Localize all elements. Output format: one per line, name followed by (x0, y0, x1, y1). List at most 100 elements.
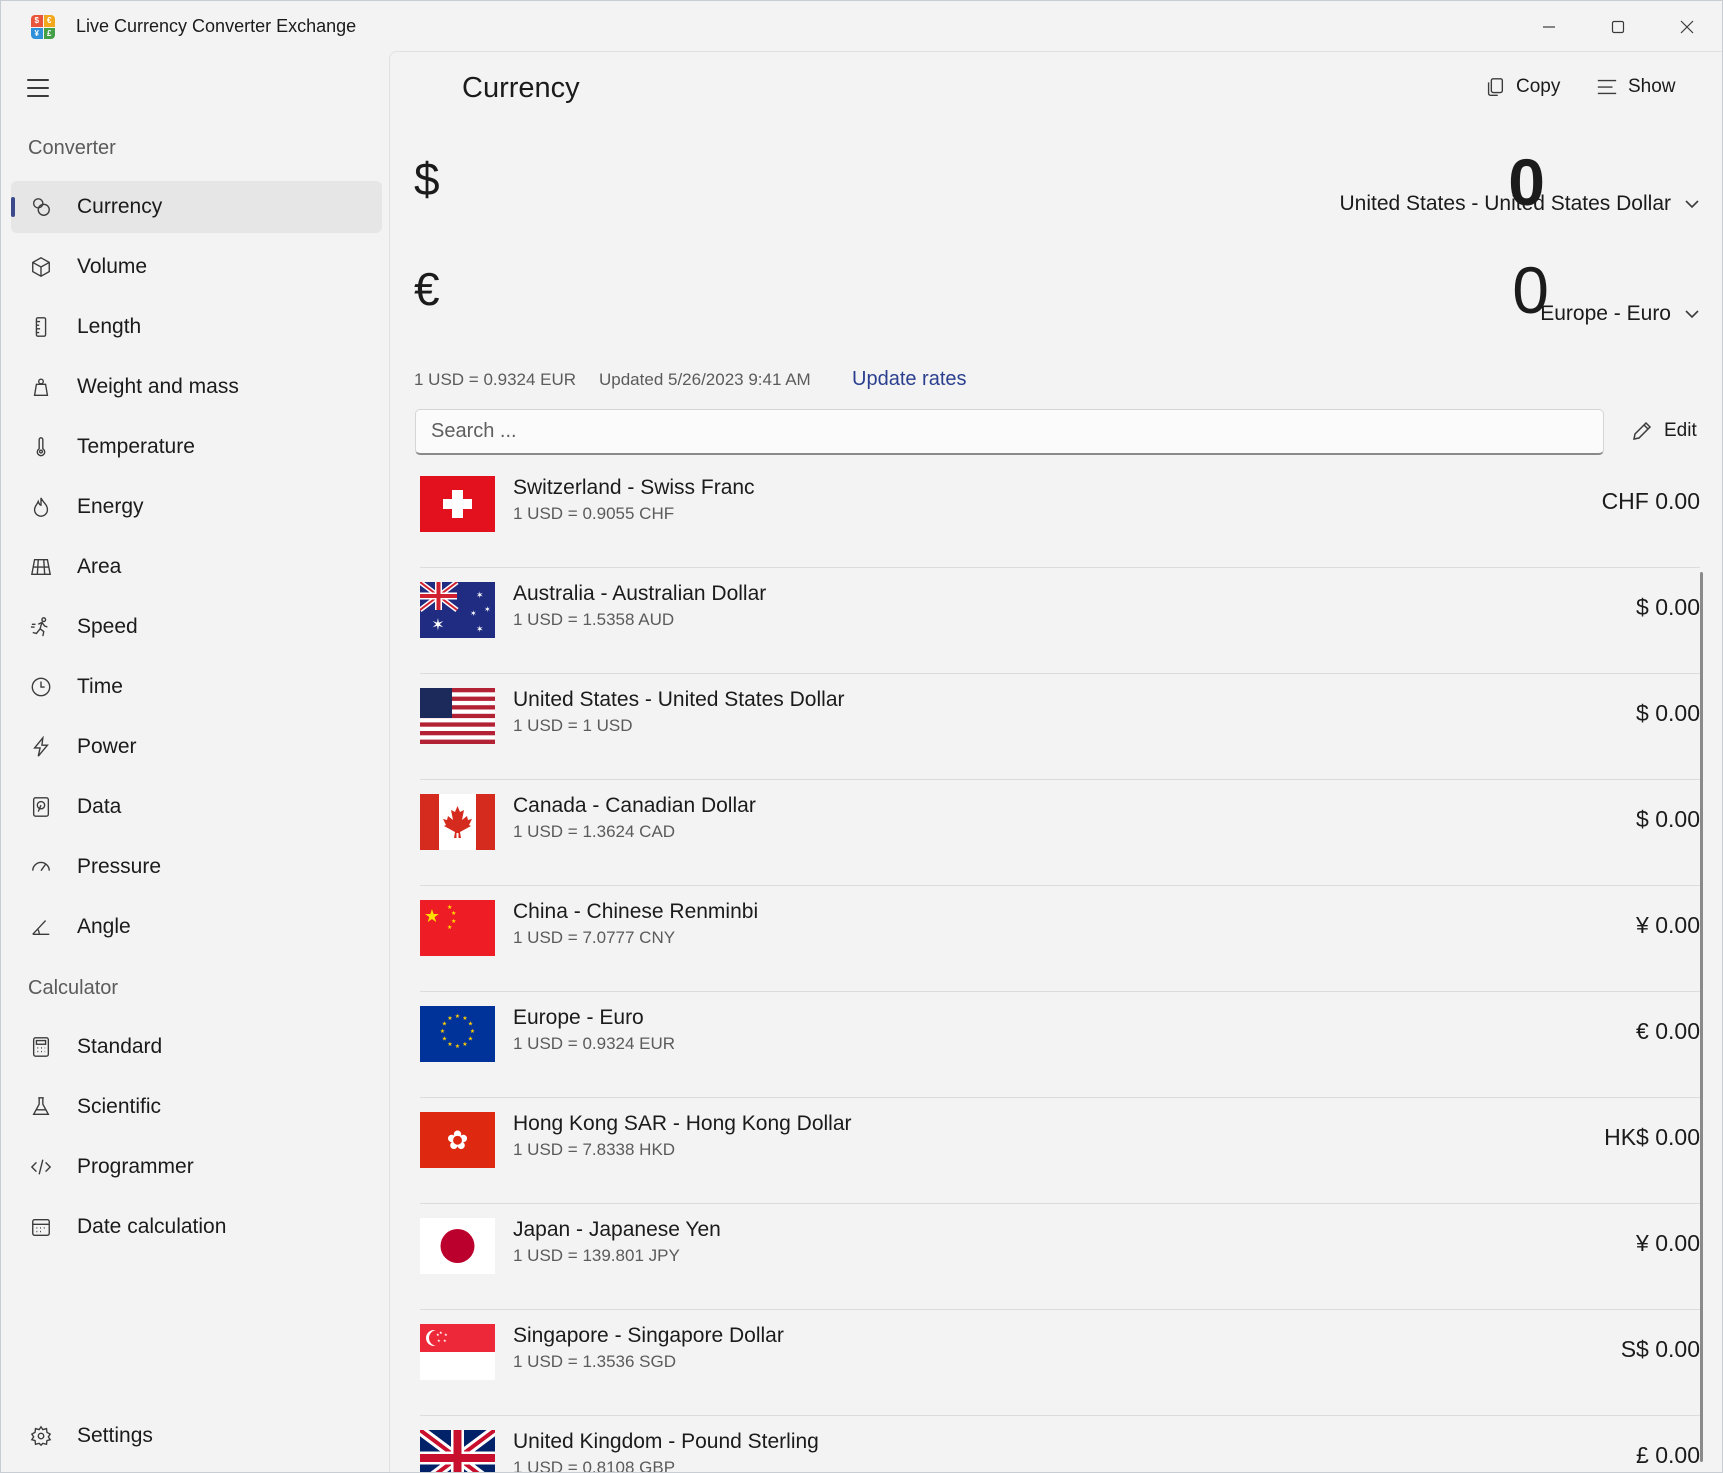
sidebar-item-area[interactable]: Area (11, 541, 382, 593)
calculator-heading: Calculator (28, 977, 119, 999)
currency-rate: 1 USD = 1.3536 SGD (513, 1352, 677, 1371)
united-states-flag-icon (420, 688, 495, 744)
list-item[interactable]: ★ ★ ★ ★ ★ Singapore - Singapore Dollar 1 USD… (420, 1310, 1700, 1416)
sidebar-item-data[interactable]: Data (11, 781, 382, 833)
updated-timestamp: Updated 5/26/2023 9:41 AM (599, 370, 811, 389)
code-icon (29, 1155, 53, 1179)
flask-icon (29, 1095, 53, 1119)
sidebar-item-standard[interactable]: Standard (11, 1021, 382, 1073)
converted-value: £ 0.00 (1636, 1442, 1700, 1468)
currency-name: Hong Kong SAR - Hong Kong Dollar (513, 1112, 852, 1135)
sidebar-item-date-calculation[interactable]: Date calculation (11, 1201, 382, 1253)
list-item[interactable]: ★ ★ ★ ★ ★ China - Chinese Renminbi 1 USD = 7… (420, 886, 1700, 992)
exchange-rate-text: 1 USD = 0.9324 EUR (414, 370, 577, 389)
sidebar-item-label: Volume (77, 255, 148, 278)
from-currency-symbol: $ (414, 153, 440, 205)
currency-icon (29, 195, 53, 219)
australia-flag-icon: ✶ ✶ ✶ ✶ ✶ (420, 582, 495, 638)
canada-flag-icon (420, 794, 495, 850)
sidebar-item-programmer[interactable]: Programmer (11, 1141, 382, 1193)
hamburger-menu-icon[interactable] (27, 79, 53, 99)
svg-text:★: ★ (436, 1332, 440, 1337)
sidebar-item-length[interactable]: Length (11, 301, 382, 353)
show-button[interactable]: Show (1596, 76, 1676, 98)
chevron-down-icon (1685, 200, 1699, 209)
currency-list: Switzerland - Swiss Franc 1 USD = 0.9055… (390, 462, 1700, 1473)
sidebar-item-label: Time (77, 675, 123, 698)
currency-name: Japan - Japanese Yen (513, 1218, 721, 1241)
list-item[interactable]: United States - United States Dollar 1 U… (420, 674, 1700, 780)
from-currency-dropdown[interactable]: United States - United States Dollar (1340, 192, 1700, 216)
copy-label: Copy (1516, 76, 1561, 97)
hong-kong-flag-icon: ✿ (420, 1112, 495, 1168)
to-currency-symbol: € (414, 263, 440, 315)
to-currency-dropdown[interactable]: Europe - Euro (1540, 302, 1699, 326)
japan-flag-icon (420, 1218, 495, 1274)
svg-text:✶: ✶ (476, 590, 484, 600)
converted-value: S$ 0.00 (1620, 1336, 1700, 1362)
list-item[interactable]: Switzerland - Swiss Franc 1 USD = 0.9055… (420, 462, 1700, 568)
gear-icon (29, 1424, 53, 1448)
currency-rate: 1 USD = 0.8108 GBP (513, 1458, 676, 1473)
sidebar-item-label: Power (77, 735, 137, 758)
converted-value: ¥ 0.00 (1636, 1230, 1700, 1256)
edit-button[interactable]: Edit (1630, 419, 1697, 443)
sidebar-item-currency[interactable]: Currency (11, 181, 382, 233)
currency-rate: 1 USD = 1 USD (513, 716, 633, 735)
app-window: $ € ¥ £ Live Currency Converter Exchange… (0, 0, 1723, 1473)
sidebar-item-volume[interactable]: Volume (11, 241, 382, 293)
switzerland-flag-icon (420, 476, 495, 532)
vertical-scrollbar[interactable] (1700, 572, 1703, 1462)
list-icon (1597, 79, 1617, 95)
list-item[interactable]: Canada - Canadian Dollar 1 USD = 1.3624 … (420, 780, 1700, 886)
thermometer-icon (29, 435, 53, 459)
show-label: Show (1628, 76, 1676, 97)
currency-rate: 1 USD = 7.8338 HKD (513, 1140, 676, 1159)
svg-text:★: ★ (424, 906, 440, 926)
list-item[interactable]: ✶ ✶ ✶ ✶ ✶ Australia - Australian Dollar 1 US… (420, 568, 1700, 674)
sidebar-item-pressure[interactable]: Pressure (11, 841, 382, 893)
svg-text:★: ★ (451, 918, 456, 925)
svg-text:★: ★ (439, 1330, 443, 1335)
sidebar-item-power[interactable]: Power (11, 721, 382, 773)
sidebar-item-temperature[interactable]: Temperature (11, 421, 382, 473)
sidebar-item-angle[interactable]: Angle (11, 901, 382, 953)
list-item[interactable]: United Kingdom - Pound Sterling 1 USD = … (420, 1416, 1700, 1473)
sidebar-item-energy[interactable]: Energy (11, 481, 382, 533)
app-logo-icon: $ € ¥ £ (31, 15, 55, 39)
cube-icon (29, 255, 53, 279)
europe-flag-icon: ★ ★ ★ ★ ★ ★ ★ ★ ★ ★ ★ ★ (420, 1006, 495, 1062)
svg-text:★: ★ (462, 1041, 467, 1048)
title-bar[interactable]: $ € ¥ £ Live Currency Converter Exchange (1, 1, 1722, 53)
list-item[interactable]: Japan - Japanese Yen 1 USD = 139.801 JPY… (420, 1204, 1700, 1310)
sidebar-item-label: Length (77, 315, 142, 338)
grid-icon (29, 555, 53, 579)
sidebar-item-label: Energy (77, 495, 144, 518)
currency-rate: 1 USD = 1.5358 AUD (513, 610, 675, 629)
copy-button[interactable]: Copy (1484, 76, 1560, 98)
gauge-icon (29, 855, 53, 879)
sidebar-item-label: Scientific (77, 1095, 162, 1118)
sidebar-item-scientific[interactable]: Scientific (11, 1081, 382, 1133)
united-kingdom-flag-icon (420, 1430, 495, 1472)
sidebar-item-label: Settings (77, 1424, 153, 1447)
maximize-button[interactable] (1595, 9, 1641, 45)
flame-icon (29, 495, 53, 519)
sidebar-item-time[interactable]: Time (11, 661, 382, 713)
from-currency-label: United States - United States Dollar (1339, 192, 1672, 215)
list-item[interactable]: ★ ★ ★ ★ ★ ★ ★ ★ ★ ★ ★ ★ Europe - Euro 1 USD = 0.932… (420, 992, 1700, 1098)
sidebar-item-settings[interactable]: Settings (11, 1410, 382, 1462)
minimize-button[interactable] (1526, 9, 1572, 45)
calculator-icon (29, 1035, 53, 1059)
sidebar-item-speed[interactable]: Speed (11, 601, 382, 653)
list-item[interactable]: ✿ Hong Kong SAR - Hong Kong Dollar 1 USD… (420, 1098, 1700, 1204)
sidebar-item-weight[interactable]: Weight and mass (11, 361, 382, 413)
sidebar-item-label: Date calculation (77, 1215, 227, 1238)
close-button[interactable] (1664, 9, 1710, 45)
search-input[interactable] (415, 409, 1604, 455)
svg-text:★: ★ (447, 904, 452, 911)
converted-value: $ 0.00 (1636, 594, 1700, 620)
china-flag-icon: ★ ★ ★ ★ ★ (420, 900, 495, 956)
navigation-sidebar: Converter Currency Volume Length Weight … (1, 53, 389, 1472)
update-rates-link[interactable]: Update rates (852, 368, 967, 391)
